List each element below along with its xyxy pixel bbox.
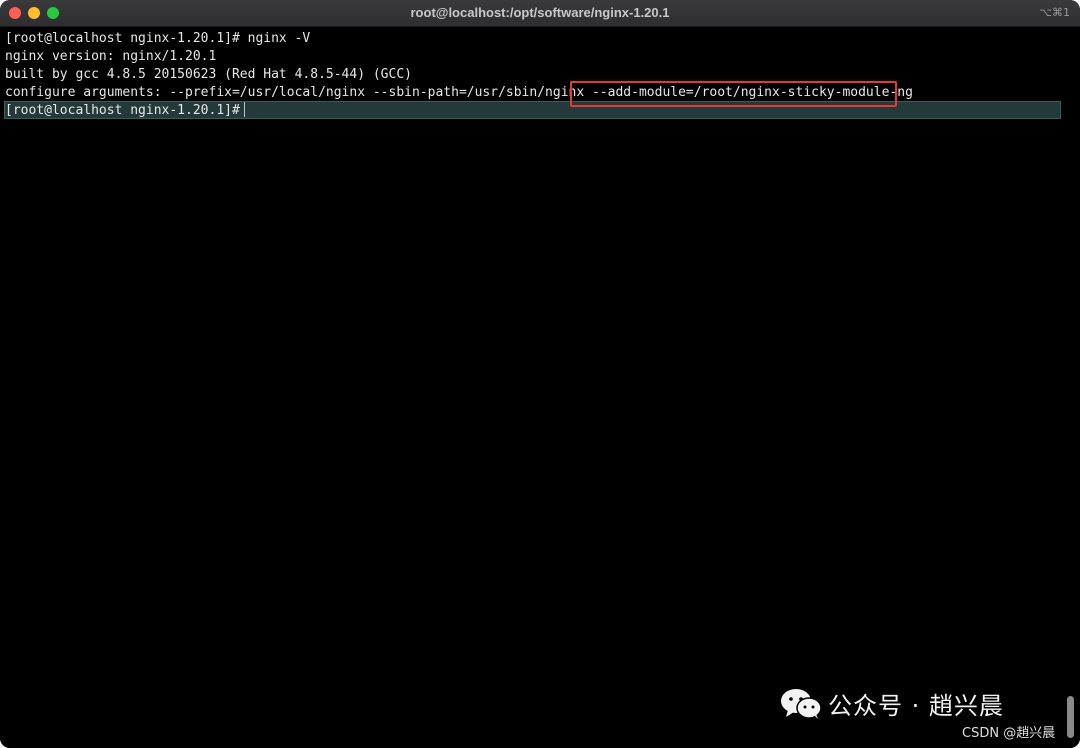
terminal-line: nginx version: nginx/1.20.1: [5, 49, 217, 64]
add-module-highlight-box: [570, 81, 897, 107]
watermark-subtext: CSDN @趙兴晨: [962, 726, 1056, 741]
terminal-window: root@localhost:/opt/software/nginx-1.20.…: [0, 0, 1080, 748]
prompt-line[interactable]: [root@localhost nginx-1.20.1]#: [5, 102, 245, 120]
text-cursor: [243, 102, 245, 117]
terminal-line: [root@localhost nginx-1.20.1]# nginx -V: [5, 31, 311, 46]
watermark-text: 公众号 · 趙兴晨: [828, 692, 1004, 720]
window-title: root@localhost:/opt/software/nginx-1.20.…: [410, 5, 670, 20]
prompt-text: [root@localhost nginx-1.20.1]#: [5, 103, 240, 118]
title-bar[interactable]: root@localhost:/opt/software/nginx-1.20.…: [0, 0, 1080, 27]
wechat-icon: [780, 688, 822, 720]
scrollbar-thumb[interactable]: [1067, 696, 1074, 738]
terminal-output[interactable]: [root@localhost nginx-1.20.1]# nginx -V …: [0, 27, 1080, 748]
window-shortcut: ⌥⌘1: [1039, 6, 1070, 19]
watermark: 公众号 · 趙兴晨: [780, 686, 1004, 721]
terminal-line: built by gcc 4.8.5 20150623 (Red Hat 4.8…: [5, 67, 412, 82]
